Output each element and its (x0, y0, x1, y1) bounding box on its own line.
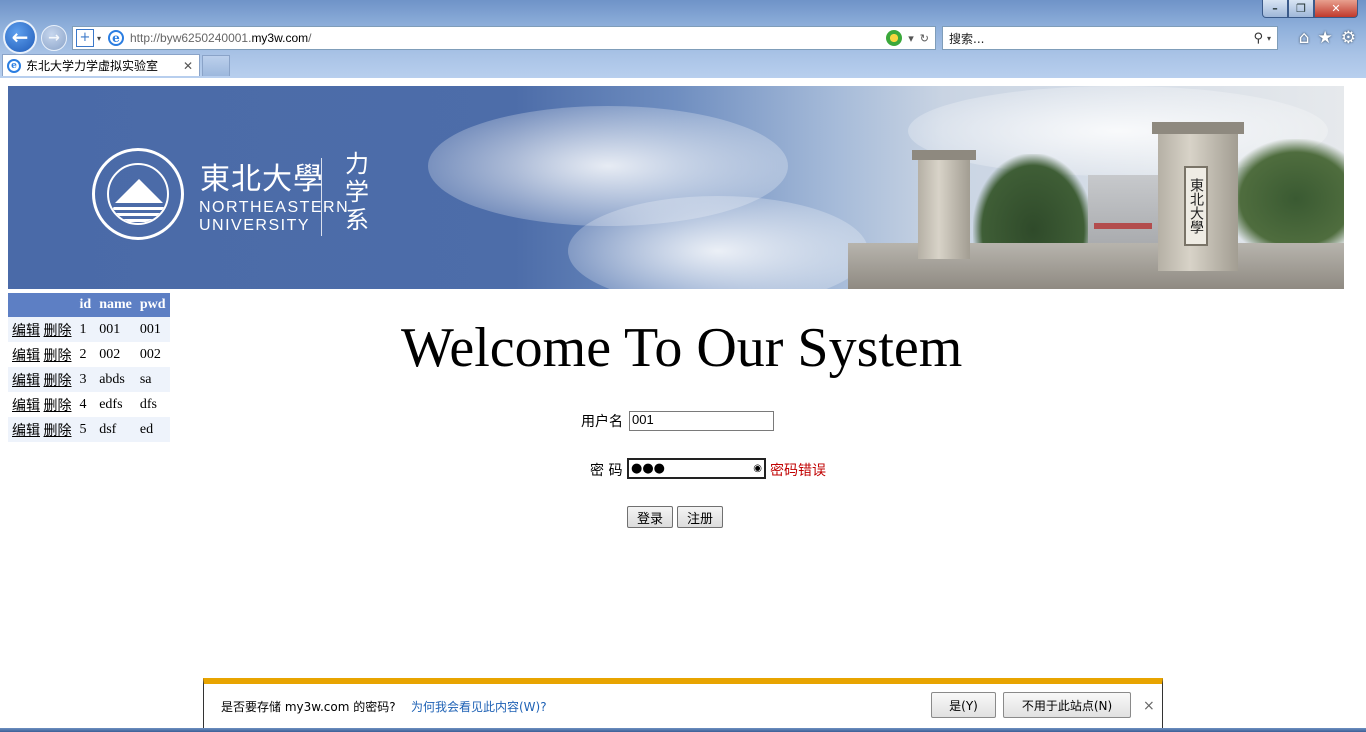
trees-image (1224, 139, 1344, 259)
tab-title: 东北大学力学虚拟实验室 (26, 59, 159, 73)
cell-name: dsf (95, 417, 136, 442)
notification-message: 是否要存储 my3w.com 的密码? (221, 700, 396, 714)
search-icon[interactable]: ⚲ (1253, 31, 1263, 46)
home-icon[interactable]: ⌂ (1299, 28, 1310, 48)
refresh-icon[interactable]: ↻ (920, 32, 929, 45)
ie-icon: e (108, 30, 124, 46)
delete-link[interactable]: 删除 (44, 399, 72, 414)
cell-pwd: ed (135, 417, 170, 442)
cell-id: 1 (75, 317, 96, 342)
delete-link[interactable]: 删除 (44, 349, 72, 364)
cell-pwd: dfs (139, 396, 157, 412)
password-mask: ●●● (631, 461, 666, 476)
taskbar (0, 728, 1366, 732)
chevron-down-icon[interactable]: ▾ (908, 32, 914, 45)
table-header-pwd: pwd (135, 293, 170, 317)
compat-view-icon[interactable] (886, 30, 903, 46)
password-label: 密 码 (590, 463, 623, 479)
search-box[interactable]: 搜索... ⚲ ▾ (942, 26, 1278, 50)
gear-icon[interactable]: ⚙ (1341, 28, 1356, 48)
gate-pillar (918, 151, 970, 259)
cell-name: abds (95, 367, 136, 392)
cell-id: 2 (79, 346, 87, 362)
cell-name: 001 (95, 317, 136, 342)
edit-link[interactable]: 编辑 (12, 374, 40, 389)
table-row: 编辑 删除 2 002 002 (8, 342, 170, 367)
forward-icon[interactable]: → (41, 25, 67, 51)
chevron-down-icon[interactable]: ▾ (1267, 34, 1271, 43)
browser-tab[interactable]: e 东北大学力学虚拟实验室 ✕ (2, 54, 200, 76)
close-icon[interactable]: × (1143, 698, 1155, 714)
page-title: Welcome To Our System (401, 317, 963, 379)
password-field[interactable]: ●●● ◉ (627, 458, 766, 479)
chevron-down-icon[interactable]: ▾ (94, 34, 104, 43)
ie-icon: e (7, 58, 21, 73)
logo-divider (321, 158, 322, 236)
cell-name: 002 (99, 346, 121, 362)
logo-english-name: NORTHEASTERN UNIVERSITY (199, 199, 350, 234)
building-image (1088, 175, 1158, 245)
edit-link[interactable]: 编辑 (12, 324, 40, 339)
address-bar[interactable]: + ▾ e http://byw6250240001.my3w.com/ ▾ ↻ (72, 26, 936, 50)
save-yes-button[interactable]: 是(Y) (931, 692, 996, 718)
close-window-button[interactable]: ✕ (1314, 0, 1358, 18)
logo-chinese-name: 東北大學 (200, 162, 324, 197)
username-field[interactable]: 001 (629, 411, 774, 431)
table-row: 编辑 删除 5 dsf ed (8, 417, 170, 442)
cell-pwd: sa (135, 367, 170, 392)
delete-link[interactable]: 删除 (44, 324, 72, 339)
table-header-name: name (95, 293, 136, 317)
table-header-id: id (75, 293, 96, 317)
trees-image (973, 154, 1093, 249)
delete-link[interactable]: 删除 (44, 424, 72, 439)
minimize-button[interactable]: – (1262, 0, 1288, 18)
table-header-row: id name pwd (8, 293, 170, 317)
never-for-site-button[interactable]: 不用于此站点(N) (1003, 692, 1131, 718)
why-link[interactable]: 为何我会看见此内容(W)? (411, 698, 547, 715)
toolbar-icons: ⌂ ★ ⚙ (1299, 28, 1356, 48)
star-icon[interactable]: ★ (1318, 28, 1333, 48)
cell-id: 4 (79, 396, 87, 412)
register-button[interactable]: 注册 (677, 506, 723, 528)
window-controls: – ❐ ✕ (1262, 0, 1358, 18)
cell-pwd: 001 (135, 317, 170, 342)
header-banner: 東北大學 東北大學 NORTHEASTERN UNIVERSITY 力学系 (8, 86, 1344, 289)
table-row: 编辑 删除 1 001 001 (8, 317, 170, 342)
cell-name: edfs (99, 396, 123, 412)
table-row: 编辑 删除 4 edfs dfs (8, 392, 170, 417)
browser-chrome: – ❐ ✕ ← → + ▾ e http://byw6250240001.my3… (0, 0, 1366, 78)
gate-plaque: 東北大學 (1184, 166, 1208, 246)
delete-link[interactable]: 删除 (44, 374, 72, 389)
username-label: 用户名 (581, 414, 623, 430)
edit-link[interactable]: 编辑 (12, 424, 40, 439)
eye-icon[interactable]: ◉ (753, 463, 762, 474)
edit-link[interactable]: 编辑 (12, 349, 40, 364)
cell-id: 5 (75, 417, 96, 442)
table-row: 编辑 删除 3 abds sa (8, 367, 170, 392)
url-text[interactable]: http://byw6250240001.my3w.com/ (130, 31, 886, 45)
close-icon[interactable]: ✕ (183, 59, 193, 73)
department-name: 力学系 (345, 150, 369, 234)
login-button[interactable]: 登录 (627, 506, 673, 528)
new-tab-button[interactable] (202, 55, 230, 76)
cell-id: 3 (75, 367, 96, 392)
search-input[interactable]: 搜索... (949, 30, 1253, 47)
edit-link[interactable]: 编辑 (12, 399, 40, 414)
user-table: id name pwd 编辑 删除 1 001 001 编辑 删除 2 002 … (8, 293, 170, 442)
table-header-actions (8, 293, 76, 317)
compat-icon[interactable]: + (76, 29, 94, 47)
password-error: 密码错误 (770, 463, 826, 479)
university-seal-logo (92, 148, 184, 240)
maximize-button[interactable]: ❐ (1288, 0, 1314, 18)
cell-pwd: 002 (139, 346, 161, 362)
back-icon[interactable]: ← (3, 20, 37, 54)
save-password-notification: 是否要存储 my3w.com 的密码? 为何我会看见此内容(W)? 是(Y) 不… (203, 678, 1163, 730)
